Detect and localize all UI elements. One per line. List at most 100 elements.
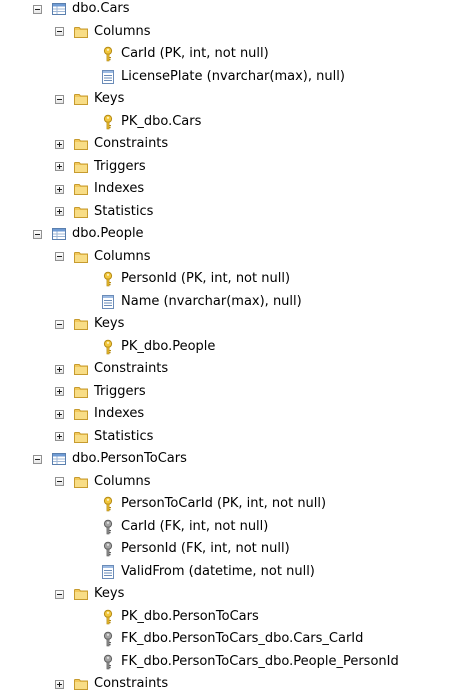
primary-key-icon bbox=[100, 271, 116, 287]
tree-node-key-gray[interactable]: CarId (FK, int, not null) bbox=[100, 516, 268, 538]
collapse-toggle[interactable] bbox=[55, 319, 64, 329]
folder-icon bbox=[73, 676, 89, 692]
collapse-toggle[interactable] bbox=[55, 477, 64, 486]
tree-node-column[interactable]: ValidFrom (datetime, not null) bbox=[100, 561, 315, 583]
tree-node-table[interactable]: dbo.PersonToCars bbox=[33, 448, 187, 470]
tree-node-folder[interactable]: Constraints bbox=[55, 673, 168, 695]
tree-node-label: dbo.People bbox=[72, 226, 144, 241]
primary-key-icon bbox=[100, 114, 116, 130]
expand-toggle[interactable] bbox=[55, 432, 64, 441]
primary-key-icon bbox=[100, 609, 116, 625]
folder-icon bbox=[73, 361, 89, 377]
folder-icon bbox=[73, 384, 89, 400]
collapse-toggle[interactable] bbox=[55, 94, 64, 104]
tree-node-label: Indexes bbox=[94, 181, 145, 196]
tree-node-label: Statistics bbox=[94, 203, 154, 219]
tree-node-folder[interactable]: Triggers bbox=[55, 156, 146, 178]
tree-node-folder[interactable]: Indexes bbox=[55, 403, 144, 425]
tree-node-folder[interactable]: Keys bbox=[55, 313, 124, 335]
tree-node-folder[interactable]: Columns bbox=[55, 21, 151, 43]
primary-key-icon bbox=[100, 496, 116, 512]
object-explorer-tree: dbo.Cars Columns CarId (PK, int, not null)… bbox=[0, 0, 465, 691]
tree-node-table[interactable]: dbo.Cars bbox=[33, 0, 130, 20]
tree-node-label: Statistics bbox=[94, 428, 154, 444]
tree-node-key-gold[interactable]: PersonId (PK, int, not null) bbox=[100, 268, 290, 290]
tree-node-label: FK_dbo.PersonToCars_dbo.Cars_CarId bbox=[121, 631, 364, 646]
tree-node-label: PK_dbo.Cars bbox=[121, 113, 202, 129]
tree-node-label: PK_dbo.People bbox=[121, 338, 216, 354]
tree-node-label: PK_dbo.PersonToCars bbox=[121, 608, 259, 624]
tree-node-folder[interactable]: Keys bbox=[55, 583, 124, 605]
folder-icon bbox=[73, 159, 89, 175]
folder-icon bbox=[73, 474, 89, 490]
tree-node-folder[interactable]: Statistics bbox=[55, 426, 153, 448]
tree-node-folder[interactable]: Columns bbox=[55, 471, 151, 493]
tree-node-label: Triggers bbox=[94, 383, 146, 399]
tree-node-key-gold[interactable]: PK_dbo.People bbox=[100, 336, 215, 358]
expand-toggle[interactable] bbox=[55, 139, 64, 149]
tree-node-folder[interactable]: Statistics bbox=[55, 201, 153, 223]
tree-node-label: ValidFrom (datetime, not null) bbox=[121, 563, 315, 579]
table-icon bbox=[51, 226, 67, 242]
tree-node-label: PersonId (FK, int, not null) bbox=[121, 541, 290, 556]
tree-node-key-gold[interactable]: PK_dbo.Cars bbox=[100, 111, 201, 133]
folder-icon bbox=[73, 249, 89, 265]
expand-toggle[interactable] bbox=[55, 679, 64, 689]
foreign-key-icon bbox=[100, 654, 116, 670]
tree-node-label: Constraints bbox=[94, 136, 169, 151]
tree-node-label: LicensePlate (nvarchar(max), null) bbox=[121, 68, 345, 84]
tree-node-folder[interactable]: Keys bbox=[55, 88, 124, 110]
tree-node-folder[interactable]: Triggers bbox=[55, 381, 146, 403]
tree-node-label: Columns bbox=[94, 23, 151, 39]
tree-node-label: Keys bbox=[94, 91, 125, 106]
folder-icon bbox=[73, 316, 89, 332]
tree-node-label: FK_dbo.PersonToCars_dbo.People_PersonId bbox=[121, 653, 399, 669]
tree-node-table[interactable]: dbo.People bbox=[33, 223, 144, 245]
tree-node-folder[interactable]: Constraints bbox=[55, 358, 168, 380]
expand-toggle[interactable] bbox=[55, 162, 64, 171]
folder-icon bbox=[73, 24, 89, 40]
tree-node-label: dbo.Cars bbox=[72, 1, 130, 16]
collapse-toggle[interactable] bbox=[55, 27, 64, 36]
tree-node-label: Constraints bbox=[94, 361, 169, 376]
expand-toggle[interactable] bbox=[55, 207, 64, 216]
table-icon bbox=[51, 1, 67, 17]
tree-node-key-gold[interactable]: CarId (PK, int, not null) bbox=[100, 43, 269, 65]
collapse-toggle[interactable] bbox=[33, 454, 42, 464]
tree-node-label: Indexes bbox=[94, 406, 145, 421]
collapse-toggle[interactable] bbox=[55, 589, 64, 599]
primary-key-icon bbox=[100, 46, 116, 62]
column-icon bbox=[100, 294, 116, 310]
column-icon bbox=[100, 564, 116, 580]
table-icon bbox=[51, 451, 67, 467]
tree-node-label: Keys bbox=[94, 586, 125, 601]
tree-node-key-gold[interactable]: PersonToCarId (PK, int, not null) bbox=[100, 493, 326, 515]
tree-node-folder[interactable]: Constraints bbox=[55, 133, 168, 155]
column-icon bbox=[100, 69, 116, 85]
folder-icon bbox=[73, 204, 89, 220]
tree-node-label: PersonId (PK, int, not null) bbox=[121, 271, 291, 286]
foreign-key-icon bbox=[100, 541, 116, 557]
folder-icon bbox=[73, 136, 89, 152]
tree-node-key-gray[interactable]: FK_dbo.PersonToCars_dbo.People_PersonId bbox=[100, 651, 399, 673]
collapse-toggle[interactable] bbox=[55, 252, 64, 261]
tree-node-folder[interactable]: Indexes bbox=[55, 178, 144, 200]
tree-node-label: CarId (PK, int, not null) bbox=[121, 46, 269, 61]
tree-node-label: Constraints bbox=[94, 676, 169, 691]
tree-node-column[interactable]: LicensePlate (nvarchar(max), null) bbox=[100, 66, 345, 88]
tree-node-label: Triggers bbox=[94, 158, 146, 174]
expand-toggle[interactable] bbox=[55, 409, 64, 419]
tree-node-folder[interactable]: Columns bbox=[55, 246, 151, 268]
tree-node-key-gray[interactable]: FK_dbo.PersonToCars_dbo.Cars_CarId bbox=[100, 628, 363, 650]
collapse-toggle[interactable] bbox=[33, 4, 42, 14]
folder-icon bbox=[73, 181, 89, 197]
tree-node-label: CarId (FK, int, not null) bbox=[121, 518, 269, 534]
expand-toggle[interactable] bbox=[55, 364, 64, 374]
expand-toggle[interactable] bbox=[55, 387, 64, 396]
collapse-toggle[interactable] bbox=[33, 229, 42, 239]
tree-node-key-gray[interactable]: PersonId (FK, int, not null) bbox=[100, 538, 290, 560]
tree-node-column[interactable]: Name (nvarchar(max), null) bbox=[100, 291, 302, 313]
tree-node-key-gold[interactable]: PK_dbo.PersonToCars bbox=[100, 606, 259, 628]
expand-toggle[interactable] bbox=[55, 184, 64, 194]
foreign-key-icon bbox=[100, 519, 116, 535]
